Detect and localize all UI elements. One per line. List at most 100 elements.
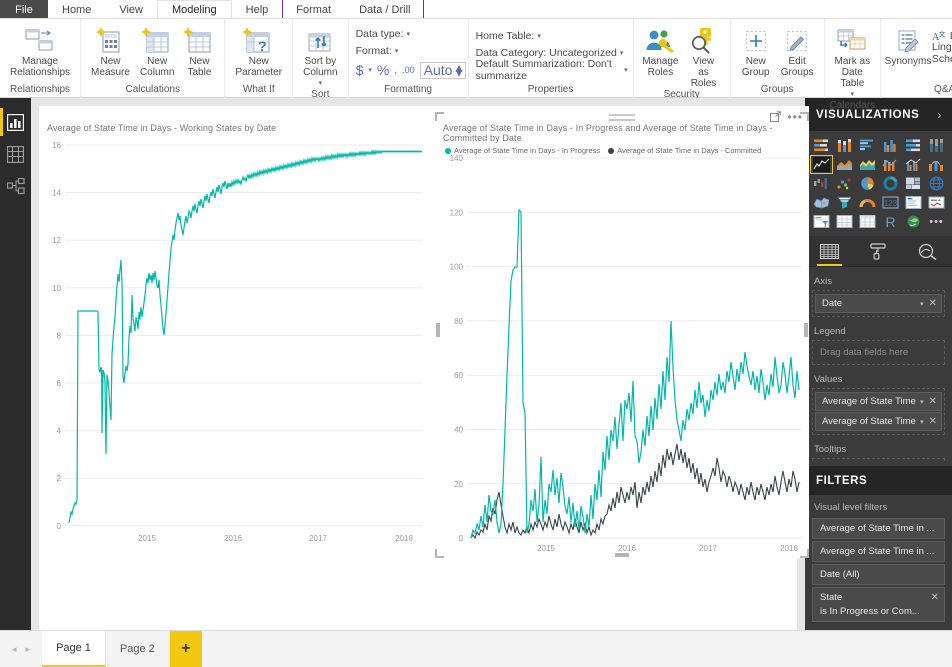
viz-stacked-area-chart[interactable] — [857, 156, 878, 173]
tab-modeling[interactable]: Modeling — [157, 0, 232, 20]
sort-by-column-button[interactable]: Sort by Column ▾ — [298, 22, 342, 89]
currency-caret[interactable]: ▾ — [368, 66, 372, 74]
data-type-row[interactable]: Data type: ▾ — [354, 25, 463, 42]
page-tab-page-1[interactable]: Page 1 — [42, 631, 106, 667]
viz-waterfall-chart[interactable] — [811, 175, 832, 192]
new-parameter-button[interactable]: ? New Parameter — [230, 22, 287, 78]
viz-line-clustered-column-chart[interactable] — [903, 156, 924, 173]
tab-format[interactable]: Format — [282, 0, 345, 19]
mark-as-date-table-button[interactable]: Mark as Date Table ▾ — [830, 22, 876, 100]
tab-format[interactable] — [854, 236, 903, 266]
viz-ribbon-chart[interactable] — [926, 156, 947, 173]
well-values[interactable]: Average of State Time in ▾ ✕ Average of … — [812, 388, 945, 435]
new-group-button[interactable]: New Group — [736, 22, 776, 78]
viz-arcgis-map[interactable] — [903, 213, 924, 230]
page-tab-page-2[interactable]: Page 2 — [105, 631, 170, 667]
field-chip-date[interactable]: Date ▾ ✕ — [815, 294, 942, 313]
manage-relationships-button[interactable]: Manage Relationships — [5, 22, 75, 78]
visual-working-states[interactable]: Average of State Time in Days - Working … — [39, 115, 429, 557]
format-caret[interactable]: ▾ — [395, 47, 399, 55]
filter-chip-state[interactable]: State ✕ is In Progress or Com... — [812, 587, 945, 622]
viz-100-stacked-bar-chart[interactable] — [903, 137, 924, 154]
viz-kpi[interactable] — [926, 194, 947, 211]
decimal-spinner[interactable]: ▴ ▾ — [455, 60, 462, 79]
viz-table[interactable] — [834, 213, 855, 230]
viz-stacked-column-chart[interactable] — [834, 137, 855, 154]
viz-funnel[interactable] — [834, 194, 855, 211]
view-as-roles-button[interactable]: View as Roles — [682, 22, 724, 89]
linguistic-schema-row[interactable]: Linguistic Schema ▾ — [930, 41, 952, 65]
new-column-button[interactable]: New Column — [135, 22, 179, 78]
edit-groups-button[interactable]: Edit Groups — [776, 22, 819, 78]
home-table-row[interactable]: Home Table: ▾ — [474, 27, 628, 44]
filter-chip-avg-2[interactable]: Average of State Time in ... — [812, 541, 945, 562]
viz-r-visual[interactable]: R — [880, 213, 901, 230]
field-chip-date-remove-icon[interactable]: ✕ — [929, 298, 937, 309]
viz-line-chart[interactable] — [810, 155, 833, 174]
viz-slicer[interactable] — [811, 213, 832, 230]
default-summarization-caret[interactable]: ▾ — [624, 66, 628, 74]
well-legend[interactable]: Drag data fields here — [812, 340, 945, 365]
home-table-caret[interactable]: ▾ — [537, 32, 541, 40]
report-canvas[interactable]: Average of State Time in Days - Working … — [39, 106, 809, 630]
focus-mode-icon[interactable] — [770, 111, 782, 122]
tab-view[interactable]: View — [105, 0, 157, 19]
new-measure-button[interactable]: New Measure — [86, 22, 135, 78]
viz-clustered-column-chart[interactable] — [880, 137, 901, 154]
viz-card[interactable]: 123 — [880, 194, 901, 211]
data-category-caret[interactable]: ▾ — [620, 49, 624, 57]
drag-handle-top-b[interactable] — [609, 119, 635, 121]
currency-button[interactable]: $ — [356, 62, 364, 78]
resize-handle-right[interactable] — [804, 322, 808, 337]
tab-help[interactable]: Help — [232, 0, 283, 19]
field-chip-value-1-remove-icon[interactable]: ✕ — [929, 396, 937, 407]
tab-file[interactable]: File — [0, 0, 48, 19]
tab-analytics[interactable] — [903, 236, 952, 266]
percent-button[interactable]: % — [377, 62, 389, 78]
synonyms-button[interactable]: Synonyms — [885, 22, 931, 67]
viz-100-stacked-column-chart[interactable] — [926, 137, 947, 154]
viz-donut-chart[interactable] — [880, 175, 901, 192]
decimal-auto-box[interactable]: Auto ▴ ▾ — [419, 60, 467, 79]
manage-roles-button[interactable]: Manage Roles — [639, 22, 683, 78]
field-chip-value-1-caret[interactable]: ▾ — [920, 398, 924, 406]
field-chip-date-caret[interactable]: ▾ — [920, 300, 924, 308]
viz-stacked-bar-chart[interactable] — [811, 137, 832, 154]
tab-home[interactable]: Home — [48, 0, 105, 19]
filter-chip-avg-1[interactable]: Average of State Time in ... — [812, 518, 945, 539]
tab-data-drill[interactable]: Data / Drill — [345, 0, 424, 19]
viz-treemap[interactable] — [903, 175, 924, 192]
tab-fields[interactable] — [805, 236, 854, 266]
viz-clustered-bar-chart[interactable] — [857, 137, 878, 154]
drag-handle-top-a[interactable] — [609, 114, 635, 116]
viz-more-visuals[interactable]: ••• — [926, 213, 947, 230]
field-chip-value-2-caret[interactable]: ▾ — [920, 418, 924, 426]
filter-chip-date[interactable]: Date (All) — [812, 564, 945, 585]
mark-as-date-table-caret[interactable]: ▾ — [851, 89, 855, 100]
viz-pie-chart[interactable] — [857, 175, 878, 192]
format-row[interactable]: Format: ▾ — [354, 42, 463, 59]
viz-gauge[interactable] — [857, 194, 878, 211]
viz-matrix[interactable] — [857, 213, 878, 230]
expand-pane-icon[interactable]: › — [937, 108, 942, 122]
page-prev-button[interactable]: ◂ — [12, 644, 17, 655]
filter-chip-state-remove-icon[interactable]: ✕ — [931, 592, 939, 603]
field-chip-value-2-remove-icon[interactable]: ✕ — [929, 416, 937, 427]
sort-by-column-caret[interactable]: ▾ — [319, 78, 323, 89]
viz-map[interactable] — [926, 175, 947, 192]
data-type-caret[interactable]: ▾ — [406, 30, 410, 38]
viz-multi-row-card[interactable] — [903, 194, 924, 211]
page-next-button[interactable]: ▸ — [26, 644, 31, 655]
viz-line-stacked-column-chart[interactable] — [880, 156, 901, 173]
thousands-separator-button[interactable]: , — [394, 65, 397, 76]
sidebar-item-model-view[interactable] — [0, 170, 31, 202]
add-page-button[interactable]: + — [169, 631, 202, 667]
well-axis[interactable]: Date ▾ ✕ — [812, 290, 945, 317]
more-options-icon[interactable]: ••• — [787, 111, 803, 123]
sidebar-item-data-view[interactable] — [0, 138, 31, 170]
viz-filled-map[interactable] — [811, 194, 832, 211]
field-chip-value-2[interactable]: Average of State Time in ▾ ✕ — [815, 412, 942, 431]
new-table-button[interactable]: New Table — [179, 22, 219, 78]
visual-inprogress-committed[interactable]: ••• Average of State Time in Days - In P… — [435, 106, 809, 558]
viz-area-chart[interactable] — [834, 156, 855, 173]
